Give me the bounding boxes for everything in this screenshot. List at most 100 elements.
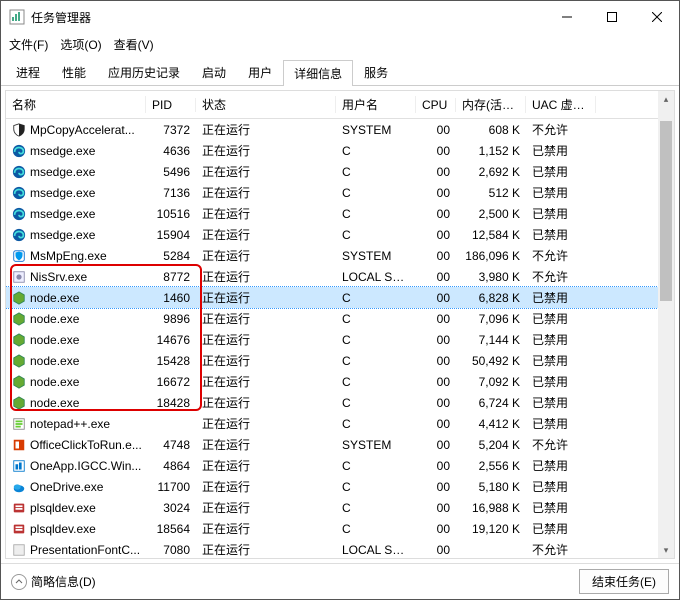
- cell-status: 正在运行: [196, 373, 336, 390]
- table-row[interactable]: node.exe15428正在运行C0050,492 K已禁用: [6, 350, 674, 371]
- tab-5[interactable]: 详细信息: [283, 60, 353, 86]
- chevron-up-icon: [11, 574, 27, 590]
- cell-user: C: [336, 480, 416, 494]
- close-icon: [652, 12, 662, 22]
- scroll-thumb[interactable]: [660, 121, 672, 301]
- table-header[interactable]: 名称 PID 状态 用户名 CPU 内存(活动... UAC 虚拟化: [6, 91, 674, 119]
- process-table: 名称 PID 状态 用户名 CPU 内存(活动... UAC 虚拟化 MpCop…: [5, 90, 675, 559]
- table-row[interactable]: msedge.exe4636正在运行C001,152 K已禁用: [6, 140, 674, 161]
- col-status[interactable]: 状态: [196, 96, 336, 113]
- cell-pid: 15428: [146, 354, 196, 368]
- cell-pid: 15904: [146, 228, 196, 242]
- tab-1[interactable]: 性能: [51, 59, 97, 85]
- table-row[interactable]: plsqldev.exe3024正在运行C0016,988 K已禁用: [6, 497, 674, 518]
- table-row[interactable]: MpCopyAccelerat...7372正在运行SYSTEM00608 K不…: [6, 119, 674, 140]
- process-name: msedge.exe: [30, 165, 95, 179]
- cell-cpu: 00: [416, 438, 456, 452]
- col-cpu[interactable]: CPU: [416, 98, 456, 112]
- col-name[interactable]: 名称: [6, 96, 146, 113]
- tab-4[interactable]: 用户: [237, 59, 283, 85]
- col-mem[interactable]: 内存(活动...: [456, 96, 526, 113]
- cell-mem: 50,492 K: [456, 354, 526, 368]
- cell-user: C: [336, 396, 416, 410]
- cell-user: C: [336, 354, 416, 368]
- table-row[interactable]: node.exe16672正在运行C007,092 K已禁用: [6, 371, 674, 392]
- maximize-button[interactable]: [589, 2, 634, 32]
- cell-pid: 11700: [146, 480, 196, 494]
- cell-status: 正在运行: [196, 247, 336, 264]
- cell-user: C: [336, 186, 416, 200]
- cell-mem: 19,120 K: [456, 522, 526, 536]
- end-task-button[interactable]: 结束任务(E): [579, 569, 669, 594]
- scroll-down-icon[interactable]: ▾: [658, 542, 674, 558]
- cell-status: 正在运行: [196, 310, 336, 327]
- cell-mem: 6,724 K: [456, 396, 526, 410]
- plsql-icon: [12, 522, 26, 536]
- tab-2[interactable]: 应用历史记录: [97, 59, 191, 85]
- table-row[interactable]: NisSrv.exe8772正在运行LOCAL SE...003,980 K不允…: [6, 266, 674, 287]
- cell-uac: 已禁用: [526, 289, 596, 306]
- close-button[interactable]: [634, 2, 679, 32]
- table-row[interactable]: msedge.exe5496正在运行C002,692 K已禁用: [6, 161, 674, 182]
- footer: 简略信息(D) 结束任务(E): [1, 563, 679, 599]
- process-name: node.exe: [30, 375, 79, 389]
- app-icon: [9, 9, 25, 25]
- fewer-details-button[interactable]: 简略信息(D): [11, 573, 96, 590]
- process-name: PresentationFontC...: [30, 543, 140, 557]
- cell-user: C: [336, 312, 416, 326]
- table-row[interactable]: msedge.exe10516正在运行C002,500 K已禁用: [6, 203, 674, 224]
- menu-file[interactable]: 文件(F): [9, 36, 48, 53]
- table-row[interactable]: node.exe9896正在运行C007,096 K已禁用: [6, 308, 674, 329]
- process-name: node.exe: [30, 333, 79, 347]
- cell-uac: 已禁用: [526, 184, 596, 201]
- cell-name: OfficeClickToRun.e...: [6, 438, 146, 452]
- cell-status: 正在运行: [196, 121, 336, 138]
- table-row[interactable]: PresentationFontC...7080正在运行LOCAL SE...0…: [6, 539, 674, 559]
- vertical-scrollbar[interactable]: ▴ ▾: [658, 91, 674, 558]
- table-row[interactable]: msedge.exe7136正在运行C00512 K已禁用: [6, 182, 674, 203]
- process-name: MsMpEng.exe: [30, 249, 107, 263]
- cell-user: C: [336, 417, 416, 431]
- cell-user: C: [336, 333, 416, 347]
- npp-icon: [12, 417, 26, 431]
- minimize-button[interactable]: [544, 2, 589, 32]
- table-row[interactable]: notepad++.exe正在运行C004,412 K已禁用: [6, 413, 674, 434]
- table-row[interactable]: OneApp.IGCC.Win...4864正在运行C002,556 K已禁用: [6, 455, 674, 476]
- process-name: NisSrv.exe: [30, 270, 87, 284]
- cell-name: msedge.exe: [6, 228, 146, 242]
- process-name: msedge.exe: [30, 186, 95, 200]
- table-row[interactable]: plsqldev.exe18564正在运行C0019,120 K已禁用: [6, 518, 674, 539]
- cell-uac: 不允许: [526, 121, 596, 138]
- cell-pid: 10516: [146, 207, 196, 221]
- col-user[interactable]: 用户名: [336, 96, 416, 113]
- tab-6[interactable]: 服务: [353, 59, 399, 85]
- tab-0[interactable]: 进程: [5, 59, 51, 85]
- menu-options[interactable]: 选项(O): [60, 36, 101, 53]
- cell-mem: 186,096 K: [456, 249, 526, 263]
- cell-name: node.exe: [6, 333, 146, 347]
- table-row[interactable]: MsMpEng.exe5284正在运行SYSTEM00186,096 K不允许: [6, 245, 674, 266]
- tab-3[interactable]: 启动: [191, 59, 237, 85]
- col-uac[interactable]: UAC 虚拟化: [526, 96, 596, 113]
- cell-user: LOCAL SE...: [336, 543, 416, 557]
- titlebar[interactable]: 任务管理器: [1, 1, 679, 33]
- table-row[interactable]: OfficeClickToRun.e...4748正在运行SYSTEM005,2…: [6, 434, 674, 455]
- cell-pid: 4636: [146, 144, 196, 158]
- table-row[interactable]: node.exe18428正在运行C006,724 K已禁用: [6, 392, 674, 413]
- cell-cpu: 00: [416, 354, 456, 368]
- col-pid[interactable]: PID: [146, 98, 196, 112]
- cell-cpu: 00: [416, 207, 456, 221]
- process-name: OneDrive.exe: [30, 480, 103, 494]
- cell-uac: 已禁用: [526, 163, 596, 180]
- process-name: node.exe: [30, 396, 79, 410]
- scroll-up-icon[interactable]: ▴: [658, 91, 674, 107]
- table-row[interactable]: node.exe1460正在运行C006,828 K已禁用: [6, 287, 674, 308]
- table-row[interactable]: msedge.exe15904正在运行C0012,584 K已禁用: [6, 224, 674, 245]
- cell-name: MsMpEng.exe: [6, 249, 146, 263]
- table-row[interactable]: OneDrive.exe11700正在运行C005,180 K已禁用: [6, 476, 674, 497]
- menu-view[interactable]: 查看(V): [114, 36, 154, 53]
- table-row[interactable]: node.exe14676正在运行C007,144 K已禁用: [6, 329, 674, 350]
- cell-pid: 7136: [146, 186, 196, 200]
- edge-icon: [12, 144, 26, 158]
- cell-name: plsqldev.exe: [6, 522, 146, 536]
